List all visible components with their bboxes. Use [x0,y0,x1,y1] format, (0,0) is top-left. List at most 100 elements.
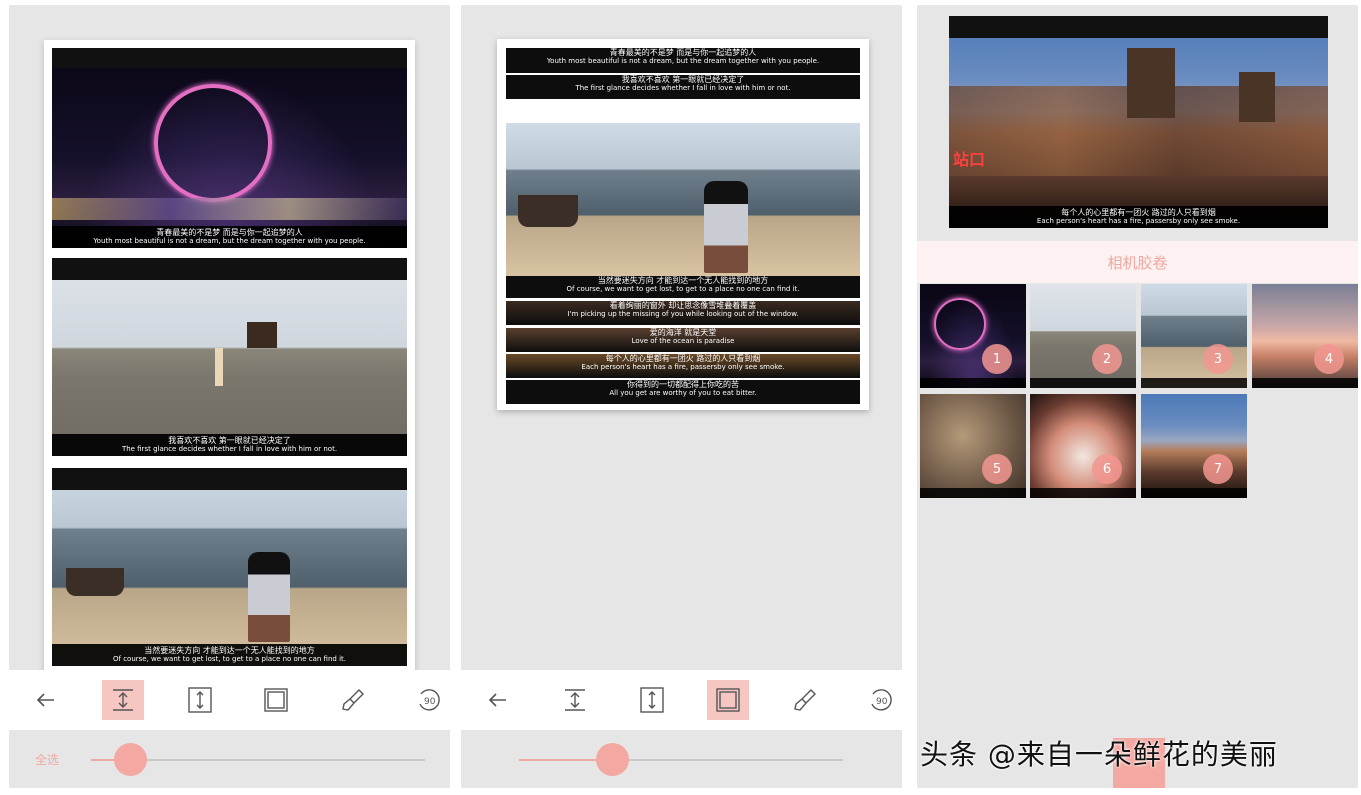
subtitle-en: Love of the ocean is paradise [631,337,735,346]
subtitle-strip-4[interactable]: 看着绚丽的窗外 却让思念像雪堆叠着覆盖 I'm picking up the m… [506,301,860,325]
rotate-button[interactable]: 90 [408,680,450,720]
subtitle-strip-7[interactable]: 你得到的一切都配得上你吃的苦 All you get are worthy of… [506,380,860,404]
subtitle-en: Youth most beautiful is not a dream, but… [546,57,820,66]
thumbnail-2[interactable]: 2 [1030,284,1136,388]
rotate-label: 90 [424,697,436,707]
back-button[interactable] [25,680,67,720]
expand-spacing-icon [640,687,664,713]
rotate-90-icon: 90 [419,689,440,711]
selection-badge: 3 [1203,344,1233,374]
boat [66,568,124,596]
rotate-button[interactable]: 90 [860,680,902,720]
album-title-label: 相机胶卷 [1107,253,1168,272]
brush-icon [342,689,364,711]
subtitle-zh: 每个人的心里都有一团火 路过的人只看到烟 [1061,207,1216,217]
compress-spacing-icon [565,689,585,711]
city-lights [52,198,407,220]
edit-toolbar: 90 [9,670,450,730]
subtitle-en: I'm picking up the missing of you while … [567,310,799,319]
editor-panel-subtitle-stitch: 青春最美的不是梦 而是与你一起追梦的人 Youth most beautiful… [461,5,902,788]
subtitle-en: The first glance decides whether I fall … [121,444,338,453]
subtitle-zh: 我喜欢不喜欢 第一眼就已经决定了 [621,75,745,84]
frame-border-button[interactable] [255,680,297,720]
expand-spacing-button[interactable] [179,680,221,720]
photo-frame-3[interactable]: 当然要迷失方向 才能到达一个无人能找到的地方 Of course, we wan… [52,468,407,666]
subtitle-strip-6[interactable]: 每个人的心里都有一团火 路过的人只看到烟 Each person's heart… [506,354,860,378]
compress-spacing-button[interactable] [554,680,596,720]
subtitle: 每个人的心里都有一团火 路过的人只看到烟 Each person's heart… [949,205,1328,228]
subtitle-en: The first glance decides whether I fall … [575,84,791,93]
thumbnail-7[interactable]: 7 [1141,394,1247,498]
preview-photo[interactable]: 站口 每个人的心里都有一团火 路过的人只看到烟 Each person's he… [949,16,1328,228]
thumb-subtitle [1030,378,1136,388]
subtitle-strip-2[interactable]: 我喜欢不喜欢 第一眼就已经决定了 The first glance decide… [506,75,860,99]
slider-thumb[interactable] [114,743,147,776]
subtitle-zh: 当然要迷失方向 才能到达一个无人能找到的地方 [144,645,315,655]
thumbnail-4[interactable]: 4 [1252,284,1358,388]
rotate-label: 90 [876,697,888,707]
letterbox-bar [52,258,407,280]
selection-badge: 7 [1203,454,1233,484]
editor-panel-long-stitch: 青春最美的不是梦 而是与你一起追梦的人 Youth most beautiful… [9,5,450,788]
compress-spacing-icon [113,689,133,711]
thumb-subtitle [1252,378,1358,388]
watermark-text: 头条 @来自一朵鲜花的美丽 [920,738,1278,771]
subtitle: 当然要迷失方向 才能到达一个无人能找到的地方 Of course, we wan… [52,643,407,666]
thumb-subtitle [920,378,1026,388]
person-figure [248,552,290,642]
station-sign: 站口 [953,150,986,169]
subtitle-zh: 爱的海洋 就是天堂 [649,328,717,337]
subtitle-strip-1[interactable]: 青春最美的不是梦 而是与你一起追梦的人 Youth most beautiful… [506,48,860,73]
thumbnail-5[interactable]: 5 [920,394,1026,498]
frame-border-icon [716,688,740,712]
thumbnail-1[interactable]: 1 [920,284,1026,388]
photo-picker-panel: 站口 每个人的心里都有一团火 路过的人只看到烟 Each person's he… [917,5,1358,788]
back-arrow-icon [36,693,54,707]
person-figure [215,348,223,386]
selection-badge: 2 [1092,344,1122,374]
thumb-subtitle [1141,378,1247,388]
select-all-label[interactable]: 全选 [35,751,59,768]
subtitle-strip-5[interactable]: 爱的海洋 就是天堂 Love of the ocean is paradise [506,328,860,352]
letterbox-bar [949,16,1328,38]
person-figure [704,181,748,273]
brush-button[interactable] [784,680,826,720]
subtitle-en: Youth most beautiful is not a dream, but… [93,236,366,245]
frame-border-icon [264,688,288,712]
subtitle-en: Of course, we want to get lost, to get t… [113,654,346,663]
selection-badge: 4 [1314,344,1344,374]
brush-button[interactable] [332,680,374,720]
main-photo-beach[interactable] [506,123,860,276]
clock-tower [1127,48,1175,118]
compress-spacing-button[interactable] [102,680,144,720]
photo-frame-2[interactable]: 我喜欢不喜欢 第一眼就已经决定了 The first glance decide… [52,258,407,456]
expand-spacing-button[interactable] [631,680,673,720]
slider-thumb[interactable] [596,743,629,776]
slider-fill [519,759,599,761]
subtitle-strip-3[interactable]: 当然要迷失方向 才能到达一个无人能找到的地方 Of course, we wan… [506,276,860,298]
brush-icon [794,689,816,711]
frame-border-button[interactable] [707,680,749,720]
subtitle-zh: 当然要迷失方向 才能到达一个无人能找到的地方 [597,276,769,285]
subtitle: 我喜欢不喜欢 第一眼就已经决定了 The first glance decide… [52,433,407,456]
photo-frame-1[interactable]: 青春最美的不是梦 而是与你一起追梦的人 Youth most beautiful… [52,48,407,248]
subtitle-zh: 我喜欢不喜欢 第一眼就已经决定了 [168,435,291,445]
subtitle-zh: 看着绚丽的窗外 却让思念像雪堆叠着覆盖 [609,301,757,310]
subtitle-zh: 每个人的心里都有一团火 路过的人只看到烟 [605,354,761,363]
expand-spacing-icon [188,687,212,713]
back-arrow-icon [488,693,506,707]
album-title[interactable]: 相机胶卷 [917,241,1358,283]
back-button[interactable] [477,680,519,720]
edit-toolbar: 90 [461,670,902,730]
clock-tower [1239,72,1275,122]
subtitle-en: All you get are worthy of you to eat bit… [609,389,757,398]
thumbnail-6[interactable]: 6 [1030,394,1136,498]
subtitle-collage-canvas: 青春最美的不是梦 而是与你一起追梦的人 Youth most beautiful… [497,39,869,410]
spacing-slider-bar: 全选 [9,730,450,788]
thumb-subtitle [1030,488,1136,498]
boat [518,195,578,227]
subtitle: 青春最美的不是梦 而是与你一起追梦的人 Youth most beautiful… [52,225,407,248]
gate-tower [247,322,277,348]
selection-badge: 5 [982,454,1012,484]
thumbnail-3[interactable]: 3 [1141,284,1247,388]
